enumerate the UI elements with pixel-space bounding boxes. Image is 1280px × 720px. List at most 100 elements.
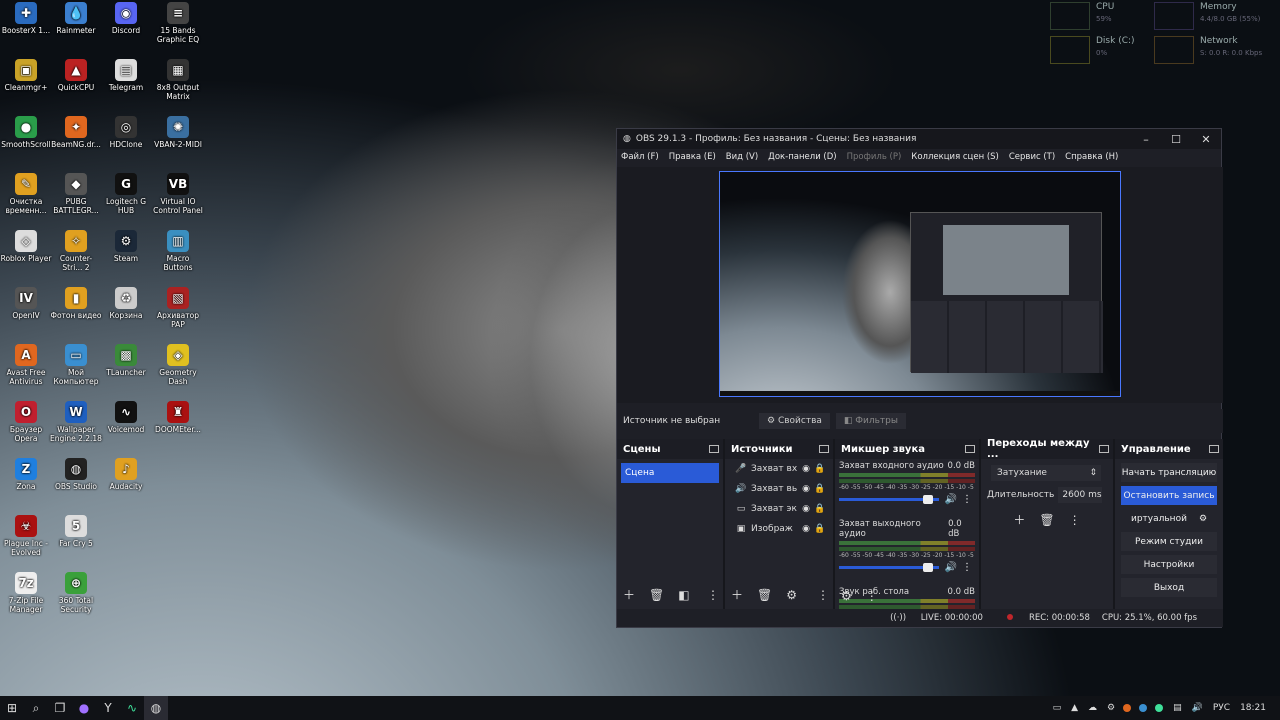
desktop-icon[interactable]: ▤ Telegram bbox=[100, 59, 152, 92]
lock-icon[interactable]: 🔒 bbox=[813, 464, 827, 474]
more-icon[interactable]: ⋮ bbox=[866, 589, 878, 603]
desktop-icon[interactable]: O Браузер Opera bbox=[0, 401, 52, 443]
source-item[interactable]: ▭ Захват эк ◉ 🔒 bbox=[725, 499, 833, 519]
desktop-icon[interactable]: W Wallpaper Engine 2.2.18 bbox=[50, 401, 102, 443]
tray-icon[interactable] bbox=[1155, 704, 1164, 712]
desktop-icon[interactable]: ▥ Macro Buttons bbox=[152, 230, 204, 272]
desktop-icon[interactable]: ◇ Roblox Player bbox=[0, 230, 52, 263]
desktop-icon[interactable]: A Avast Free Antivirus bbox=[0, 344, 52, 386]
clock[interactable]: 18:21 bbox=[1240, 703, 1266, 713]
lock-icon[interactable]: 🔒 bbox=[813, 524, 827, 534]
control-button[interactable]: иртуальной ⚙ bbox=[1121, 509, 1217, 528]
maximize-icon[interactable]: ☐ bbox=[1161, 133, 1191, 146]
visibility-eye-icon[interactable]: ◉ bbox=[799, 464, 813, 474]
gear-icon[interactable]: ⚙ bbox=[1199, 514, 1207, 524]
scene-item[interactable]: Сцена bbox=[621, 463, 719, 483]
gear-icon[interactable]: ⚙ bbox=[786, 588, 797, 602]
desktop-icon[interactable]: 7z 7-Zip File Manager bbox=[0, 572, 52, 614]
menu-item[interactable]: Правка (E) bbox=[669, 152, 716, 162]
menu-item[interactable]: Сервис (T) bbox=[1009, 152, 1055, 162]
desktop-icon[interactable]: ◎ HDClone bbox=[100, 116, 152, 149]
desktop-icon[interactable]: ✧ Counter-Stri... 2 bbox=[50, 230, 102, 272]
source-item[interactable]: 🎤 Захват вх ◉ 🔒 bbox=[725, 459, 833, 479]
menu-item[interactable]: Док-панели (D) bbox=[768, 152, 836, 162]
desktop-icon[interactable]: ✚ BoosterX 1... bbox=[0, 2, 52, 35]
more-icon[interactable]: ⋮ bbox=[959, 494, 975, 505]
control-button[interactable]: Остановить запись bbox=[1121, 486, 1217, 505]
visibility-eye-icon[interactable]: ◉ bbox=[799, 504, 813, 514]
lock-icon[interactable]: 🔒 bbox=[813, 484, 827, 494]
transition-select[interactable]: Затухание ⇕ bbox=[991, 465, 1101, 481]
popout-icon[interactable] bbox=[819, 445, 829, 453]
add-icon[interactable]: ＋ bbox=[731, 586, 743, 603]
add-icon[interactable]: ＋ bbox=[1013, 511, 1025, 528]
tray-icon[interactable]: ⚙ bbox=[1107, 703, 1115, 713]
desktop-icon[interactable]: ♜ DOOMEter... bbox=[152, 401, 204, 434]
desktop-icon[interactable]: 5 Far Cry 5 bbox=[50, 515, 102, 548]
desktop-icon[interactable]: 💧 Rainmeter bbox=[50, 2, 102, 35]
duration-input[interactable]: 2600 ms bbox=[1058, 487, 1103, 503]
visibility-eye-icon[interactable]: ◉ bbox=[799, 484, 813, 494]
more-icon[interactable]: ⋮ bbox=[707, 588, 719, 602]
speaker-icon[interactable]: 🔊 bbox=[943, 494, 959, 505]
desktop-icon[interactable]: ▩ TLauncher bbox=[100, 344, 152, 377]
preview-canvas[interactable] bbox=[719, 171, 1121, 397]
close-icon[interactable]: ✕ bbox=[1191, 133, 1221, 146]
trash-icon[interactable]: 🗑 bbox=[649, 588, 664, 602]
menu-item[interactable]: Файл (F) bbox=[621, 152, 659, 162]
fader-knob[interactable] bbox=[923, 563, 933, 572]
menu-item[interactable]: Вид (V) bbox=[726, 152, 758, 162]
windows-start-icon[interactable]: ⊞ bbox=[0, 696, 24, 720]
desktop-icon[interactable]: IV OpenIV bbox=[0, 287, 52, 320]
tray-icon[interactable]: ☁ bbox=[1088, 703, 1097, 713]
speaker-icon[interactable]: 🔊 bbox=[943, 562, 959, 573]
avast-tray-icon[interactable] bbox=[1123, 704, 1132, 712]
desktop-icon[interactable]: ♻ Корзина bbox=[100, 287, 152, 320]
desktop-icon[interactable]: ◍ OBS Studio bbox=[50, 458, 102, 491]
popout-icon[interactable] bbox=[1209, 445, 1219, 453]
more-icon[interactable]: ⋮ bbox=[817, 588, 829, 602]
desktop-icon[interactable]: ⊕ 360 Total Security bbox=[50, 572, 102, 614]
desktop-icon[interactable]: ▲ QuickCPU bbox=[50, 59, 102, 92]
desktop-icon[interactable]: ∿ Voicemod bbox=[100, 401, 152, 434]
properties-button[interactable]: ⚙ Свойства bbox=[759, 413, 830, 429]
network-tray-icon[interactable]: ▤ bbox=[1173, 703, 1182, 713]
voicemod-icon[interactable]: ∿ bbox=[120, 696, 144, 720]
source-item[interactable]: 🔊 Захват вь ◉ 🔒 bbox=[725, 479, 833, 499]
desktop-icon[interactable]: ● SmoothScroll bbox=[0, 116, 52, 149]
desktop-icon[interactable]: ⚙ Steam bbox=[100, 230, 152, 263]
menu-item[interactable]: Профиль (P) bbox=[847, 152, 902, 162]
menu-item[interactable]: Коллекция сцен (S) bbox=[911, 152, 999, 162]
trash-icon[interactable]: 🗑 bbox=[1039, 513, 1054, 527]
desktop-icon[interactable]: VB Virtual IO Control Panel bbox=[152, 173, 204, 215]
desktop-icon[interactable]: ♪ Audacity bbox=[100, 458, 152, 491]
desktop-icon[interactable]: ▭ Мой Компьютер bbox=[50, 344, 102, 386]
desktop-icon[interactable]: ≡ 15 Bands Graphic EQ bbox=[152, 2, 204, 44]
desktop-icon[interactable]: ✎ Очистка временн... bbox=[0, 173, 52, 215]
desktop-icon[interactable]: ▣ Cleanmgr+ bbox=[0, 59, 52, 92]
add-icon[interactable]: ＋ bbox=[623, 586, 635, 603]
task-view-icon[interactable]: ❐ bbox=[48, 696, 72, 720]
more-icon[interactable]: ⋮ bbox=[959, 562, 975, 573]
control-button[interactable]: Настройки bbox=[1121, 555, 1217, 574]
control-button[interactable]: Начать трансляцию bbox=[1121, 463, 1217, 482]
fader-track[interactable] bbox=[839, 495, 939, 504]
more-icon[interactable]: ⋮ bbox=[1069, 513, 1081, 527]
volume-tray-icon[interactable]: 🔊 bbox=[1192, 703, 1203, 713]
desktop-icon[interactable]: ◈ Geometry Dash bbox=[152, 344, 204, 386]
popout-icon[interactable] bbox=[1099, 445, 1109, 453]
search-icon[interactable]: ⌕ bbox=[24, 696, 48, 720]
desktop-icon[interactable]: G Logitech G HUB bbox=[100, 173, 152, 215]
obs-titlebar[interactable]: ◍ OBS 29.1.3 - Профиль: Без названия - С… bbox=[617, 129, 1221, 149]
visibility-eye-icon[interactable]: ◉ bbox=[799, 524, 813, 534]
filters-button[interactable]: ◧ Фильтры bbox=[835, 413, 906, 429]
popout-icon[interactable] bbox=[965, 445, 975, 453]
filter-icon[interactable]: ◧ bbox=[678, 588, 689, 602]
fader-track[interactable] bbox=[839, 563, 939, 572]
desktop-icon[interactable]: ◆ PUBG BATTLEGR... bbox=[50, 173, 102, 215]
desktop-icon[interactable]: ▧ Архиватор PAP bbox=[152, 287, 204, 329]
tray-icon[interactable]: ▲ bbox=[1071, 703, 1078, 713]
menu-item[interactable]: Справка (H) bbox=[1065, 152, 1118, 162]
desktop-icon[interactable]: ▦ 8x8 Output Matrix bbox=[152, 59, 204, 101]
fader-knob[interactable] bbox=[923, 495, 933, 504]
